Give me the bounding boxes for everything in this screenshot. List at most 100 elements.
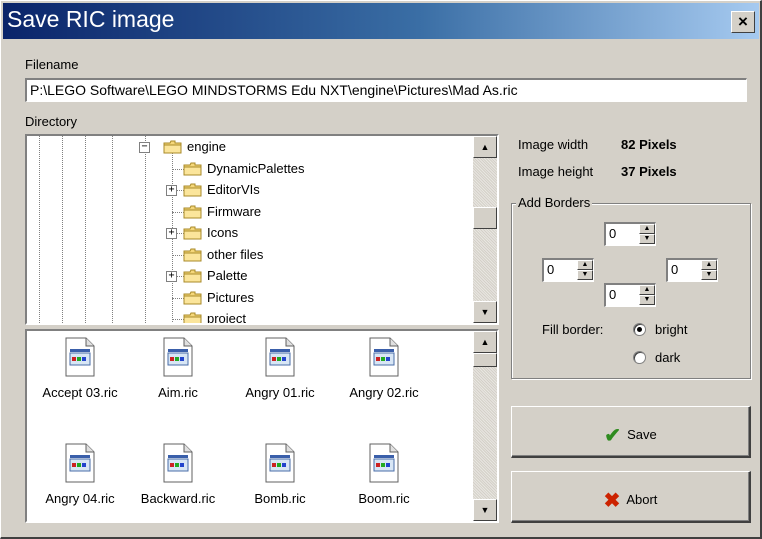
folder-icon <box>183 226 202 240</box>
tree-scroll-thumb[interactable] <box>473 207 497 229</box>
border-left-value: 0 <box>547 262 555 277</box>
tree-item-label: Pictures <box>207 289 254 305</box>
border-right-value: 0 <box>671 262 679 277</box>
radio-selected-dot <box>637 327 642 332</box>
file-item[interactable]: Angry 04.ric <box>27 443 135 506</box>
tree-scrollbar[interactable]: ▲ ▼ <box>473 136 497 323</box>
checkmark-icon: ✔ <box>604 425 622 447</box>
image-width-label: Image width <box>518 137 589 152</box>
ric-file-icon <box>65 443 95 483</box>
directory-tree[interactable]: − engine DynamicPalettes + EditorVIs Firmware… <box>25 134 499 325</box>
tree-item-label: Palette <box>207 268 248 283</box>
x-mark-icon: ✖ <box>603 490 621 512</box>
folder-icon <box>183 205 202 218</box>
border-bottom-value: 0 <box>609 287 617 302</box>
file-scroll-down-button[interactable]: ▼ <box>473 499 497 521</box>
ric-file-icon <box>65 337 95 377</box>
file-item[interactable]: Aim.ric <box>123 337 233 400</box>
tree-guide-line <box>85 136 86 323</box>
folder-icon <box>183 183 202 197</box>
file-list-scrollbar[interactable]: ▲ ▼ <box>473 331 497 521</box>
border-top-value: 0 <box>609 226 617 241</box>
file-name: Angry 04.ric <box>45 491 115 506</box>
folder-icon <box>183 269 202 283</box>
directory-label: Directory <box>25 114 78 129</box>
filename-input[interactable]: P:\LEGO Software\LEGO MINDSTORMS Edu NXT… <box>25 78 747 102</box>
tree-item-label: EditorVIs <box>207 182 260 197</box>
tree-guide-line <box>112 136 113 323</box>
file-item[interactable]: Angry 02.ric <box>329 337 439 400</box>
file-scroll-thumb[interactable] <box>473 353 497 367</box>
file-name: Backward.ric <box>140 491 216 506</box>
border-bottom-spinner[interactable]: 0 ▲ ▼ <box>604 283 656 307</box>
tree-item-label: engine <box>187 139 227 154</box>
ric-file-icon <box>163 443 193 483</box>
close-button[interactable]: × <box>731 11 755 33</box>
tree-scroll-down-button[interactable]: ▼ <box>473 301 497 323</box>
border-left-spinner[interactable]: 0 ▲ ▼ <box>542 258 594 282</box>
border-right-spinner[interactable]: 0 ▲ ▼ <box>666 258 718 282</box>
tree-guide-line <box>145 136 146 323</box>
abort-button[interactable]: ✖ Abort <box>511 471 751 523</box>
folder-icon <box>183 312 202 323</box>
spin-down-button[interactable]: ▼ <box>639 295 655 305</box>
file-item[interactable]: Angry 01.ric <box>225 337 335 400</box>
folder-icon <box>163 140 182 154</box>
fill-border-label: Fill border: <box>542 322 604 337</box>
expand-icon[interactable]: + <box>166 185 177 196</box>
file-item[interactable]: Bomb.ric <box>225 443 335 506</box>
spin-up-button[interactable]: ▲ <box>577 260 593 270</box>
image-height-label: Image height <box>518 164 594 179</box>
folder-icon <box>183 291 202 304</box>
spin-down-button[interactable]: ▼ <box>639 234 655 244</box>
filename-label: Filename <box>25 57 79 72</box>
image-height-value: 37 Pixels <box>621 164 677 179</box>
add-borders-title: Add Borders <box>516 195 593 210</box>
ric-file-icon <box>265 443 295 483</box>
radio-dark-label[interactable]: dark <box>655 350 680 365</box>
spin-down-button[interactable]: ▼ <box>577 270 593 280</box>
tree-item-label: DynamicPalettes <box>207 160 305 176</box>
expand-icon[interactable]: + <box>166 271 177 282</box>
ric-file-icon <box>369 443 399 483</box>
spin-up-button[interactable]: ▲ <box>701 260 717 270</box>
file-item[interactable]: Accept 03.ric <box>27 337 135 400</box>
tree-item-label: Icons <box>207 225 239 240</box>
file-name: Angry 01.ric <box>245 385 315 400</box>
file-name: Angry 02.ric <box>349 385 419 400</box>
ric-file-icon <box>163 337 193 377</box>
save-button[interactable]: ✔ Save <box>511 406 751 458</box>
collapse-icon[interactable]: − <box>139 142 150 153</box>
spin-up-button[interactable]: ▲ <box>639 285 655 295</box>
add-borders-group: Add Borders 0 ▲ ▼ 0 ▲ ▼ 0 ▲ ▼ 0 ▲ ▼ Fill bor… <box>511 195 751 379</box>
file-item[interactable]: Backward.ric <box>123 443 233 506</box>
ric-file-icon <box>369 337 399 377</box>
spin-up-button[interactable]: ▲ <box>639 224 655 234</box>
file-scroll-up-button[interactable]: ▲ <box>473 331 497 353</box>
save-ric-dialog: Save RIC image × Filename P:\LEGO Softwa… <box>0 0 762 539</box>
file-name: Bomb.ric <box>254 491 306 506</box>
folder-icon <box>183 248 202 261</box>
radio-dark[interactable] <box>633 351 646 364</box>
ric-file-icon <box>265 337 295 377</box>
tree-item-label: project <box>207 311 247 325</box>
file-name: Accept 03.ric <box>42 385 118 400</box>
radio-bright[interactable] <box>633 323 646 336</box>
tree-scroll-up-button[interactable]: ▲ <box>473 136 497 158</box>
file-list[interactable]: Accept 03.ric Aim.ric Angry 01.ric Angry 02… <box>25 329 499 523</box>
save-button-label: Save <box>627 427 657 442</box>
file-name: Aim.ric <box>158 385 198 400</box>
expand-icon[interactable]: + <box>166 228 177 239</box>
tree-item-label: Firmware <box>207 203 262 219</box>
radio-bright-label[interactable]: bright <box>655 322 688 337</box>
file-item[interactable]: Boom.ric <box>329 443 439 506</box>
folder-icon <box>183 162 202 175</box>
abort-button-label: Abort <box>626 492 658 507</box>
tree-guide-line <box>39 136 40 323</box>
tree-guide-line <box>62 136 63 323</box>
spin-down-button[interactable]: ▼ <box>701 270 717 280</box>
dialog-title: Save RIC image <box>7 6 175 32</box>
border-top-spinner[interactable]: 0 ▲ ▼ <box>604 222 656 246</box>
title-bar[interactable]: Save RIC image × <box>3 3 759 39</box>
tree-item-label: other files <box>207 246 264 262</box>
